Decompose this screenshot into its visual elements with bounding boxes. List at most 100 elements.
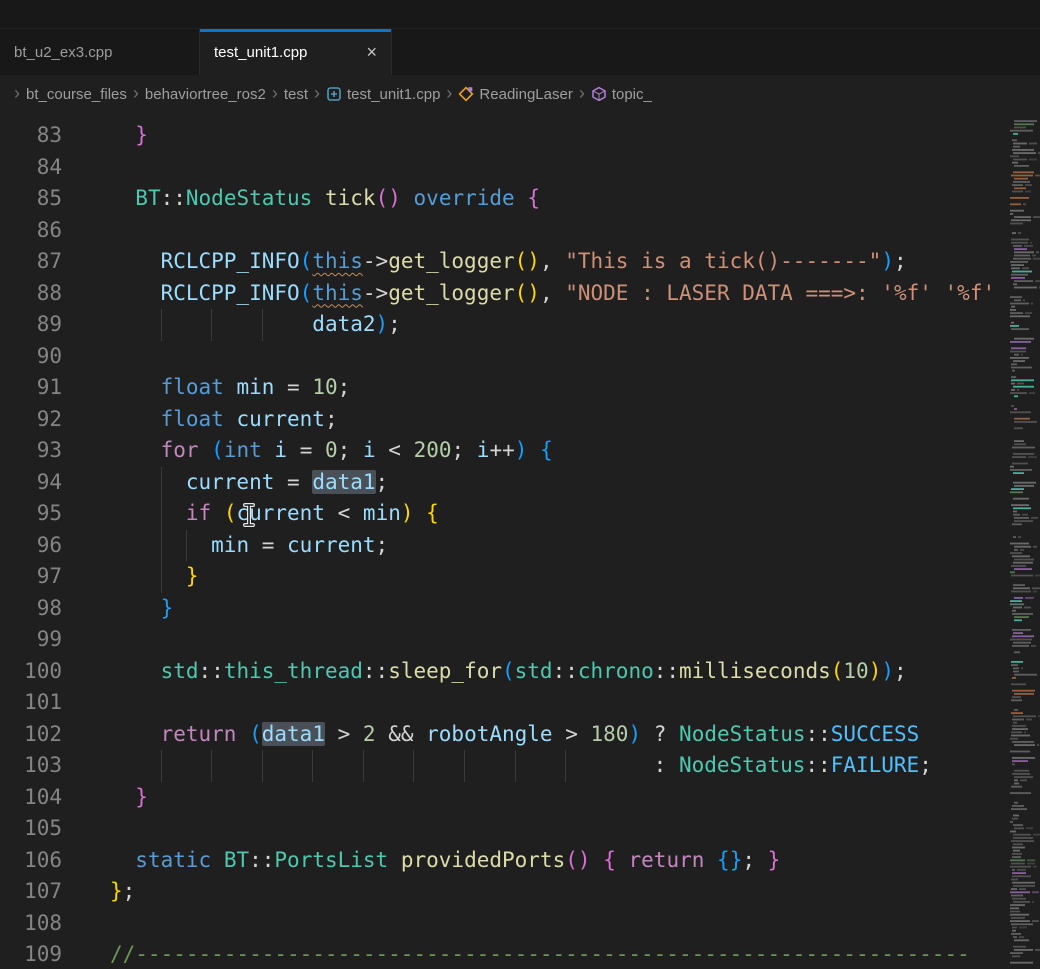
code-text[interactable]: return (data1 > 2 && robotAngle > 180) ?… — [110, 719, 1008, 751]
code-line-109[interactable]: 109 //-----------------------------------… — [0, 939, 1008, 969]
line-number[interactable]: 104 — [0, 782, 62, 814]
code-text[interactable]: //--------------------------------------… — [110, 939, 1008, 969]
code-text[interactable]: RCLCPP_INFO(this->get_logger(), "NODE : … — [110, 278, 1008, 310]
code-line-83[interactable]: 83 } — [0, 120, 1008, 152]
code-text[interactable] — [110, 687, 1008, 719]
code-line-102[interactable]: 102 return (data1 > 2 && robotAngle > 18… — [0, 719, 1008, 751]
code-text[interactable]: RCLCPP_INFO(this->get_logger(), "This is… — [110, 246, 1008, 278]
code-line-92[interactable]: 92 float current; — [0, 404, 1008, 436]
code-line-103[interactable]: 103 : NodeStatus::FAILURE; — [0, 750, 1008, 782]
breadcrumb-item-bt_course_files[interactable]: bt_course_files — [26, 86, 127, 103]
line-number[interactable]: 108 — [0, 908, 62, 940]
line-number[interactable]: 93 — [0, 435, 62, 467]
code-text[interactable]: }; — [110, 876, 1008, 908]
code-text[interactable]: float current; — [110, 404, 1008, 436]
code-line-90[interactable]: 90 — [0, 341, 1008, 373]
line-number[interactable]: 105 — [0, 813, 62, 845]
code-line-95[interactable]: 95 if (current < min) { — [0, 498, 1008, 530]
code-line-96[interactable]: 96 min = current; — [0, 530, 1008, 562]
code-line-104[interactable]: 104 } — [0, 782, 1008, 814]
code-line-84[interactable]: 84 — [0, 152, 1008, 184]
editor: 83 }8485 BT::NodeStatus tick() override … — [0, 113, 1040, 969]
code-text[interactable]: std::this_thread::sleep_for(std::chrono:… — [110, 656, 1008, 688]
line-number[interactable]: 87 — [0, 246, 62, 278]
code-text[interactable]: } — [110, 561, 1008, 593]
titlebar — [0, 0, 1040, 29]
line-number[interactable]: 94 — [0, 467, 62, 499]
breadcrumb-item-behaviortree_ros2[interactable]: behaviortree_ros2 — [145, 86, 266, 103]
line-number[interactable]: 89 — [0, 309, 62, 341]
code-line-89[interactable]: 89 data2); — [0, 309, 1008, 341]
code-text[interactable] — [110, 152, 1008, 184]
code-text[interactable]: if (current < min) { — [110, 498, 1008, 530]
code-line-107[interactable]: 107}; — [0, 876, 1008, 908]
breadcrumb-item-ReadingLaser[interactable]: ReadingLaser — [458, 86, 572, 103]
minimap[interactable] — [1008, 113, 1040, 969]
breadcrumb-item-topic_[interactable]: topic_ — [591, 86, 652, 103]
chevron-right-icon: › — [272, 84, 278, 102]
code-text[interactable] — [110, 908, 1008, 940]
line-number[interactable]: 88 — [0, 278, 62, 310]
code-text[interactable]: } — [110, 120, 1008, 152]
indent-guide — [565, 750, 566, 782]
line-number[interactable]: 109 — [0, 939, 62, 969]
line-number[interactable]: 97 — [0, 561, 62, 593]
code-text[interactable]: } — [110, 782, 1008, 814]
line-number[interactable]: 96 — [0, 530, 62, 562]
indent-guide — [515, 750, 516, 782]
code-text[interactable]: data2); — [110, 309, 1008, 341]
code-line-88[interactable]: 88 RCLCPP_INFO(this->get_logger(), "NODE… — [0, 278, 1008, 310]
indent-guide — [464, 750, 465, 782]
code-area[interactable]: 83 }8485 BT::NodeStatus tick() override … — [0, 113, 1008, 969]
tab-bt_u2_ex3.cpp[interactable]: bt_u2_ex3.cpp — [0, 29, 200, 75]
line-number[interactable]: 95 — [0, 498, 62, 530]
line-number[interactable]: 92 — [0, 404, 62, 436]
code-line-105[interactable]: 105 — [0, 813, 1008, 845]
code-text[interactable]: current = data1; — [110, 467, 1008, 499]
line-number[interactable]: 107 — [0, 876, 62, 908]
line-number[interactable]: 84 — [0, 152, 62, 184]
code-text[interactable] — [110, 215, 1008, 247]
code-line-97[interactable]: 97 } — [0, 561, 1008, 593]
line-number[interactable]: 101 — [0, 687, 62, 719]
line-number[interactable]: 99 — [0, 624, 62, 656]
code-text[interactable]: for (int i = 0; i < 200; i++) { — [110, 435, 1008, 467]
method-symbol-icon — [591, 86, 607, 102]
breadcrumb-label: bt_course_files — [26, 86, 127, 103]
code-text[interactable]: BT::NodeStatus tick() override { — [110, 183, 1008, 215]
line-number[interactable]: 106 — [0, 845, 62, 877]
code-text[interactable]: } — [110, 593, 1008, 625]
line-number[interactable]: 98 — [0, 593, 62, 625]
code-text[interactable] — [110, 341, 1008, 373]
tab-test_unit1.cpp[interactable]: test_unit1.cpp× — [200, 29, 392, 75]
line-number[interactable]: 91 — [0, 372, 62, 404]
line-number[interactable]: 102 — [0, 719, 62, 751]
code-line-91[interactable]: 91 float min = 10; — [0, 372, 1008, 404]
code-line-98[interactable]: 98 } — [0, 593, 1008, 625]
code-line-108[interactable]: 108 — [0, 908, 1008, 940]
code-line-94[interactable]: 94 current = data1; — [0, 467, 1008, 499]
line-number[interactable]: 85 — [0, 183, 62, 215]
line-number[interactable]: 103 — [0, 750, 62, 782]
code-line-99[interactable]: 99 — [0, 624, 1008, 656]
code-line-93[interactable]: 93 for (int i = 0; i < 200; i++) { — [0, 435, 1008, 467]
breadcrumb-item-test[interactable]: test — [284, 86, 308, 103]
line-number[interactable]: 83 — [0, 120, 62, 152]
line-number[interactable]: 86 — [0, 215, 62, 247]
line-number[interactable]: 100 — [0, 656, 62, 688]
code-text[interactable]: : NodeStatus::FAILURE; — [110, 750, 1008, 782]
tab-close-icon[interactable]: × — [366, 43, 377, 61]
code-text[interactable] — [110, 624, 1008, 656]
code-text[interactable]: float min = 10; — [110, 372, 1008, 404]
breadcrumb-item-test_unit1.cpp[interactable]: test_unit1.cpp — [326, 86, 440, 103]
code-line-87[interactable]: 87 RCLCPP_INFO(this->get_logger(), "This… — [0, 246, 1008, 278]
line-number[interactable]: 90 — [0, 341, 62, 373]
code-line-86[interactable]: 86 — [0, 215, 1008, 247]
code-line-85[interactable]: 85 BT::NodeStatus tick() override { — [0, 183, 1008, 215]
code-text[interactable] — [110, 813, 1008, 845]
code-line-101[interactable]: 101 — [0, 687, 1008, 719]
code-line-100[interactable]: 100 std::this_thread::sleep_for(std::chr… — [0, 656, 1008, 688]
code-text[interactable]: min = current; — [110, 530, 1008, 562]
code-text[interactable]: static BT::PortsList providedPorts() { r… — [110, 845, 1008, 877]
code-line-106[interactable]: 106 static BT::PortsList providedPorts()… — [0, 845, 1008, 877]
